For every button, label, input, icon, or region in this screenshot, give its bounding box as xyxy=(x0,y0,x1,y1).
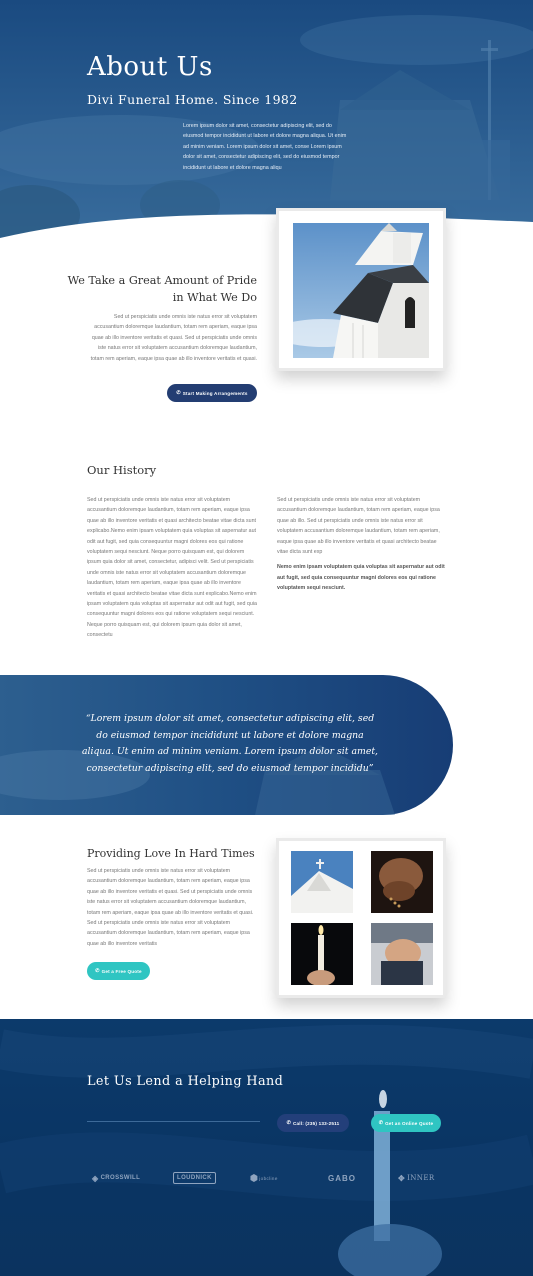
footer-section xyxy=(0,1019,533,1276)
phone-icon: ✆ xyxy=(95,968,100,974)
love-description: Sed ut perspiciatis unde omnis iste natu… xyxy=(87,868,254,947)
phone-icon: ✆ xyxy=(176,390,181,396)
gallery-image-praying-hands xyxy=(371,923,433,985)
footer-background xyxy=(0,1024,533,1276)
gallery-image-candle xyxy=(291,923,353,985)
phone-icon: ✆ xyxy=(286,1120,291,1126)
call-button[interactable]: ✆ Call: (235) 133-2511 xyxy=(277,1114,349,1132)
footer-divider xyxy=(87,1121,260,1122)
hero-wave-divider xyxy=(0,214,533,250)
history-right-bold-text: Nemo enim ipsam voluptatem quia voluptas… xyxy=(277,564,445,592)
partner-logos: ◈ CROSSWILL LOUDNICK ⬢ jobcline GABO ✥ I… xyxy=(87,1170,447,1186)
free-quote-label: Get a Free Quote xyxy=(101,968,142,974)
logo-crosswill: ◈ CROSSWILL xyxy=(92,1173,141,1183)
gallery-image-church xyxy=(291,851,353,913)
logo-inner: ✥ INNER xyxy=(398,1173,435,1183)
call-button-label: Call: (235) 133-2511 xyxy=(292,1120,340,1126)
gallery-image-rosary-hands xyxy=(371,851,433,913)
gallery-frame xyxy=(276,838,446,998)
history-left-text: Sed ut perspiciatis unde omnis iste natu… xyxy=(87,497,257,639)
start-arrangements-label: Start Making Arrangements xyxy=(182,390,248,396)
hero-description: Lorem ipsum dolor sit amet, consectetur … xyxy=(183,123,347,171)
pride-heading: We Take a Great Amount of Pride in What … xyxy=(67,274,257,304)
church-photo xyxy=(293,223,429,358)
start-arrangements-button[interactable]: ✆ Start Making Arrangements xyxy=(167,384,257,402)
history-right-column: Sed ut perspiciatis unde omnis iste natu… xyxy=(277,495,447,594)
free-quote-button[interactable]: ✆ Get a Free Quote xyxy=(87,962,150,980)
logo-gabo: GABO xyxy=(328,1173,356,1183)
logo-jobcline: ⬢ jobcline xyxy=(250,1172,278,1183)
page-title: About Us xyxy=(87,52,213,82)
logo-loudnick: LOUDNICK xyxy=(173,1172,216,1184)
online-quote-button[interactable]: ✆ Get an Online Quote xyxy=(371,1114,441,1132)
quote-text: “Lorem ipsum dolor sit amet, consectetur… xyxy=(81,713,379,774)
footer-heading: Let Us Lend a Helping Hand xyxy=(87,1074,284,1089)
history-heading: Our History xyxy=(87,463,157,477)
phone-icon: ✆ xyxy=(378,1120,384,1126)
pride-description: Sed ut perspiciatis unde omnis iste natu… xyxy=(90,314,257,362)
love-heading: Providing Love In Hard Times xyxy=(87,847,255,860)
history-right-text: Sed ut perspiciatis unde omnis iste natu… xyxy=(277,497,440,556)
church-photo-frame xyxy=(276,208,446,371)
online-quote-label: Get an Online Quote xyxy=(385,1120,434,1126)
page-subtitle: Divi Funeral Home. Since 1982 xyxy=(87,92,298,107)
